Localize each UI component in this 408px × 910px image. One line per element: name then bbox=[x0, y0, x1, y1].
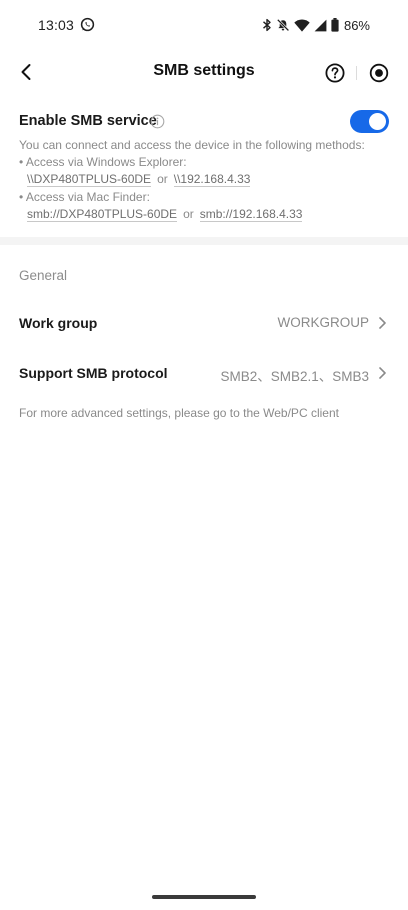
page-title: SMB settings bbox=[153, 62, 255, 79]
whatsapp-icon bbox=[80, 17, 95, 32]
help-circle-icon[interactable] bbox=[324, 62, 346, 84]
signal-icon bbox=[314, 19, 327, 31]
work-group-row[interactable]: Work group WORKGROUP bbox=[0, 301, 408, 345]
access-description: You can connect and access the device in… bbox=[19, 138, 365, 152]
windows-access-block: • Access via Windows Explorer: \\DXP480T… bbox=[19, 155, 251, 187]
windows-host-link[interactable]: \\DXP480TPLUS-60DE bbox=[27, 172, 152, 187]
windows-access-links: \\DXP480TPLUS-60DE or \\192.168.4.33 bbox=[19, 172, 251, 187]
enable-smb-toggle[interactable] bbox=[350, 110, 389, 133]
section-separator bbox=[0, 237, 408, 245]
advanced-settings-note: For more advanced settings, please go to… bbox=[19, 406, 339, 420]
info-icon[interactable] bbox=[150, 114, 165, 129]
mac-host-link[interactable]: smb://DXP480TPLUS-60DE bbox=[27, 207, 178, 222]
header-divider bbox=[356, 66, 357, 80]
enable-smb-label: Enable SMB service bbox=[19, 113, 157, 129]
or-text: or bbox=[157, 172, 168, 186]
windows-ip-link[interactable]: \\192.168.4.33 bbox=[173, 172, 251, 187]
battery-percentage: 86% bbox=[343, 17, 370, 33]
mac-access-title: • Access via Mac Finder: bbox=[19, 190, 150, 204]
bluetooth-icon bbox=[263, 18, 271, 32]
smb-protocol-label: Support SMB protocol bbox=[19, 365, 168, 381]
mac-access-block: • Access via Mac Finder: smb://DXP480TPL… bbox=[19, 190, 303, 222]
mac-ip-link[interactable]: smb://192.168.4.33 bbox=[199, 207, 303, 222]
mute-icon bbox=[276, 18, 290, 32]
windows-access-title: • Access via Windows Explorer: bbox=[19, 155, 187, 169]
app-header: SMB settings bbox=[0, 52, 408, 92]
work-group-label: Work group bbox=[19, 315, 98, 331]
wifi-icon bbox=[294, 18, 310, 32]
chevron-right-icon bbox=[379, 317, 386, 329]
mac-access-links: smb://DXP480TPLUS-60DE or smb://192.168.4.… bbox=[19, 207, 303, 222]
smb-protocol-row[interactable]: Support SMB protocol SMB2、SMB2.1、SMB3 bbox=[0, 351, 408, 395]
status-bar: 13:03 86% bbox=[0, 0, 408, 50]
battery-icon bbox=[331, 18, 339, 32]
chevron-right-icon bbox=[379, 367, 386, 379]
toggle-knob bbox=[369, 113, 386, 130]
record-circle-icon[interactable] bbox=[368, 62, 390, 84]
status-time: 13:03 bbox=[38, 17, 75, 33]
work-group-value: WORKGROUP bbox=[277, 315, 369, 330]
or-text: or bbox=[183, 207, 194, 221]
home-indicator[interactable] bbox=[152, 895, 256, 899]
status-icons: 86% bbox=[262, 16, 370, 34]
back-button[interactable] bbox=[14, 60, 38, 84]
general-section-title: General bbox=[19, 268, 68, 283]
enable-smb-row: Enable SMB service bbox=[19, 110, 389, 134]
back-arrow-icon bbox=[21, 64, 31, 80]
smb-protocol-value: SMB2、SMB2.1、SMB3 bbox=[220, 369, 369, 384]
